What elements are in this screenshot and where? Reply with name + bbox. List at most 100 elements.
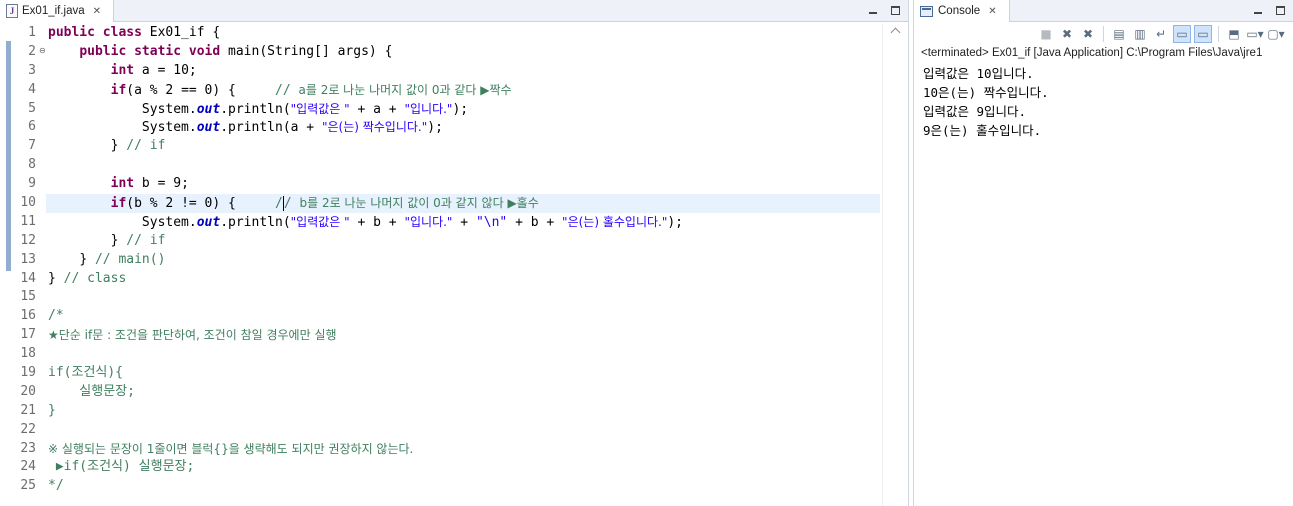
minimize-button[interactable] (866, 3, 880, 17)
editor-vertical-scrollbar[interactable] (882, 23, 908, 506)
scroll-lock-icon[interactable]: ▥ (1131, 25, 1149, 43)
console-output-line: 입력값은 9입니다. (923, 103, 1027, 119)
code-line: System.out.println("입력값은 " + b + "입니다." … (48, 213, 878, 232)
code-text: a = 10; (134, 62, 197, 78)
line-number: 1 (28, 25, 36, 40)
line-number: 7 (28, 138, 36, 154)
code-area[interactable]: public class Ex01_if { public static voi… (46, 24, 880, 496)
code-text: } (48, 270, 64, 286)
line-number: 24 (20, 459, 36, 475)
code-line: } (48, 402, 878, 421)
display-selected-console-icon[interactable]: ▭▾ (1246, 25, 1264, 43)
keyword: int (110, 62, 135, 78)
maximize-button[interactable] (1273, 3, 1287, 17)
close-tab-icon[interactable]: ✕ (93, 6, 101, 17)
code-text: + a + (349, 101, 405, 117)
comment: / (275, 196, 283, 212)
code-text: (a % 2 == 0) { (126, 82, 275, 98)
close-tab-icon[interactable]: ✕ (988, 6, 996, 17)
keyword: if (110, 82, 127, 98)
code-text: } (110, 138, 127, 154)
code-line: System.out.println(a + "은(는) 짝수입니다."); (48, 118, 878, 137)
line-number: 6 (28, 119, 36, 135)
code-line: */ (48, 477, 878, 496)
show-on-stdout-icon[interactable]: ▭ (1173, 25, 1191, 43)
code-text: ); (427, 120, 443, 136)
line-number-gutter: 1 2 3 4 5 6 7 8 9 10 11 12 13 14 15 16 17 18 19 20 21 22 23 24 2… (12, 24, 38, 496)
line-number: 22 (20, 421, 36, 437)
code-text: b = 9; (134, 176, 189, 192)
line-number: 17 (20, 327, 36, 343)
line-number: 4 (28, 81, 36, 97)
code-line: public static void main(String[] args) { (48, 43, 878, 62)
comment: if(조건식){ (48, 365, 124, 381)
maximize-icon (1275, 5, 1285, 15)
remove-all-terminated-icon[interactable]: ✖ (1079, 25, 1097, 43)
console-output-line: 9은(는) 홀수입니다. (923, 122, 1042, 138)
java-file-icon: J (6, 4, 18, 18)
remove-launch-icon[interactable]: ✖ (1058, 25, 1076, 43)
line-number: 25 (20, 478, 36, 494)
comment: ※ 실행되는 문장이 1줄이면 블럭{}을 생략해도 되지만 권장하지 않는다. (48, 441, 414, 456)
code-line: 실행문장; (48, 383, 878, 402)
fold-collapse-icon[interactable]: ⊖ (39, 46, 46, 55)
comment: ★단순 if문 : 조건을 판단하여, 조건이 참일 경우에만 실행 (48, 328, 337, 343)
line-number: 20 (20, 383, 36, 399)
show-on-stderr-icon[interactable]: ▭ (1194, 25, 1212, 43)
line-number: 8 (28, 157, 36, 173)
scroll-up-icon[interactable] (890, 27, 901, 38)
keyword: public class (48, 25, 142, 40)
console-output-line: 10은(는) 짝수입니다. (923, 84, 1049, 100)
clear-console-icon[interactable]: ▤ (1110, 25, 1128, 43)
comment: /* (48, 308, 64, 324)
editor-tab-ex01-if[interactable]: J Ex01_if.java ✕ (0, 0, 114, 22)
line-number: 2 (28, 43, 36, 59)
line-number: 14 (20, 270, 36, 286)
comment: // (275, 82, 299, 98)
word-wrap-icon[interactable]: ↵ (1152, 25, 1170, 43)
editor-pane-controls (866, 3, 902, 17)
code-line: int b = 9; (48, 175, 878, 194)
code-text: .println( (220, 214, 291, 230)
code-text: + b + (349, 214, 405, 230)
line-number: 3 (28, 62, 36, 78)
maximize-icon (890, 5, 900, 15)
code-text: ); (452, 101, 469, 117)
console-tab-bar: Console ✕ (914, 0, 1293, 22)
minimize-button[interactable] (1251, 3, 1265, 17)
editor-tab-label: Ex01_if.java (22, 5, 85, 17)
line-number: 18 (20, 346, 36, 362)
code-text: System. (141, 214, 197, 230)
comment: // if (126, 232, 166, 248)
editor-tab-bar: J Ex01_if.java ✕ (0, 0, 908, 22)
comment: ▶if(조건식) 실행문장; (48, 459, 195, 475)
terminate-icon[interactable]: ■ (1037, 25, 1055, 43)
editor-pane: J Ex01_if.java ✕ 1 2 3 4 5 6 7 8 9 10 11 12 13 14 15 16… (0, 0, 909, 506)
code-text: } (79, 251, 95, 267)
pin-console-icon[interactable]: ⬒ (1225, 25, 1243, 43)
console-output[interactable]: 입력값은 10입니다. 10은(는) 짝수입니다. 입력값은 9입니다. 9은(… (923, 65, 1049, 141)
comment: // class (63, 270, 127, 286)
code-text: + (452, 214, 476, 230)
static-field: out (196, 120, 221, 136)
code-line: } // class (48, 270, 878, 289)
code-line: if(조건식){ (48, 364, 878, 383)
maximize-button[interactable] (888, 3, 902, 17)
comment: // main() (94, 251, 166, 267)
code-line: ▶if(조건식) 실행문장; (48, 458, 878, 477)
console-tab[interactable]: Console ✕ (914, 0, 1010, 22)
toolbar-separator (1103, 26, 1104, 42)
code-line: } // if (48, 232, 878, 251)
keyword: int (110, 176, 135, 192)
open-console-icon[interactable]: ▢▾ (1267, 25, 1285, 43)
string-literal: "입력값은 " (290, 101, 350, 116)
line-number: 16 (20, 308, 36, 324)
keyword: public static void (79, 43, 221, 59)
string-literal: "입력값은 " (290, 214, 350, 229)
code-line: if(a % 2 == 0) { // a를 2로 나눈 나머지 값이 0과 같… (48, 81, 878, 100)
line-number: 5 (28, 100, 36, 116)
code-text: .println( (220, 101, 291, 117)
